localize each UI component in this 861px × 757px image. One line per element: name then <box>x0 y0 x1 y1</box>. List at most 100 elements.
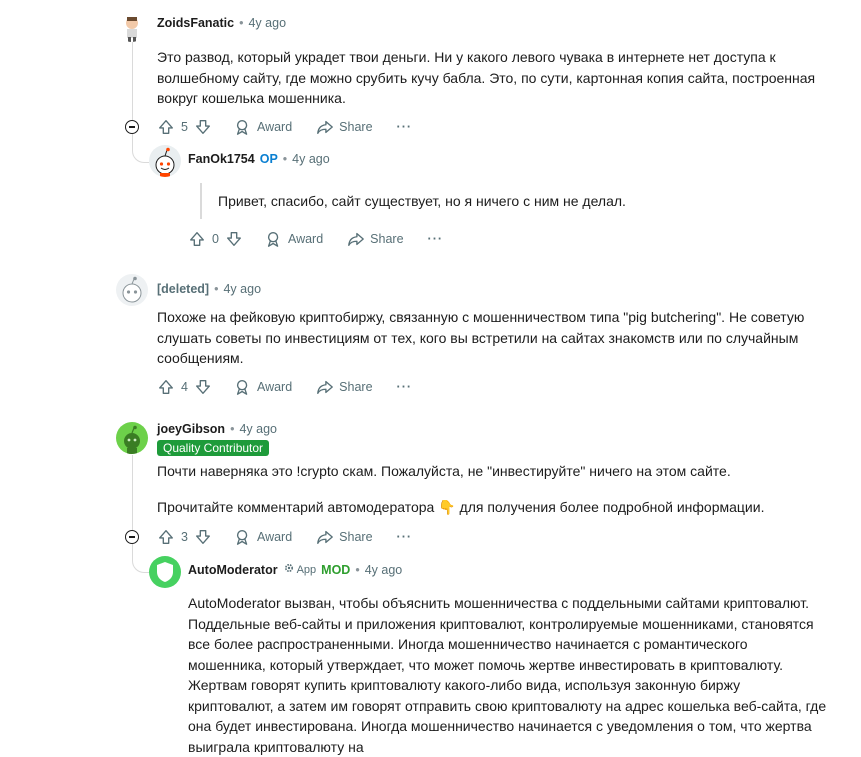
upvote-icon[interactable] <box>157 118 175 136</box>
share-button[interactable]: Share <box>316 118 373 136</box>
share-button[interactable]: Share <box>316 378 373 396</box>
timestamp[interactable]: 4y ago <box>239 422 277 436</box>
award-icon <box>234 378 252 396</box>
avatar <box>116 274 148 306</box>
comment-actions: 4 Award Share ··· <box>157 378 436 396</box>
comment-text-2: Прочитайте комментарий автомодератора 👇 … <box>157 497 837 518</box>
downvote-icon[interactable] <box>194 378 212 396</box>
downvote-icon[interactable] <box>225 230 243 248</box>
separator-dot: • <box>355 562 360 577</box>
separator-dot: • <box>239 16 244 30</box>
more-options-button[interactable]: ··· <box>428 232 444 246</box>
app-label: App <box>296 563 317 576</box>
share-button[interactable]: Share <box>316 528 373 546</box>
award-button[interactable]: Award <box>234 118 292 136</box>
comment-meta: ZoidsFanatic • 4y ago <box>157 16 286 30</box>
downvote-icon[interactable] <box>194 528 212 546</box>
more-options-button[interactable]: ··· <box>397 380 413 394</box>
blockquote-bar <box>200 183 202 219</box>
award-icon <box>234 528 252 546</box>
comment-text-segment: для получения более подробной информации… <box>459 499 765 515</box>
upvote-icon[interactable] <box>157 378 175 396</box>
avatar[interactable] <box>118 14 146 42</box>
award-icon <box>265 230 283 248</box>
vote-group: 5 <box>157 118 212 136</box>
comment-text: Почти наверняка это !crypto скам. Пожалу… <box>157 463 731 479</box>
thread-line-joey <box>132 455 133 530</box>
comment-meta: AutoModerator App MOD • 4y ago <box>188 562 402 577</box>
avatar[interactable] <box>116 422 148 454</box>
share-label: Share <box>339 120 373 134</box>
timestamp[interactable]: 4y ago <box>292 152 330 166</box>
upvote-icon[interactable] <box>157 528 175 546</box>
comment-meta: FanOk1754 OP • 4y ago <box>188 152 330 166</box>
separator-dot: • <box>214 282 219 296</box>
more-icon: ··· <box>396 380 413 394</box>
share-label: Share <box>370 232 404 246</box>
reply-connector <box>132 134 149 163</box>
award-button[interactable]: Award <box>234 378 292 396</box>
author-name[interactable]: ZoidsFanatic <box>157 16 234 30</box>
more-options-button[interactable]: ··· <box>397 530 413 544</box>
snoo-avatar-icon <box>155 147 175 177</box>
comment-actions: 5 Award Share ··· <box>157 118 436 136</box>
award-button[interactable]: Award <box>265 230 323 248</box>
share-icon <box>316 528 334 546</box>
comment-actions: 0 Award Share ··· <box>188 230 467 248</box>
vote-group: 0 <box>188 230 243 248</box>
more-icon: ··· <box>396 530 413 544</box>
author-name[interactable]: joeyGibson <box>157 422 225 436</box>
comment-text: Привет, спасибо, сайт существует, но я н… <box>218 193 626 209</box>
avatar[interactable] <box>149 556 181 588</box>
deleted-user-avatar-icon <box>122 276 142 303</box>
app-gear-icon <box>283 562 295 577</box>
award-label: Award <box>256 380 293 394</box>
author-name[interactable]: AutoModerator <box>188 563 278 577</box>
timestamp[interactable]: 4y ago <box>223 282 261 296</box>
collapse-thread-button[interactable] <box>125 120 139 134</box>
comment-meta: joeyGibson • 4y ago <box>157 422 277 436</box>
vote-group: 4 <box>157 378 212 396</box>
mod-badge: MOD <box>321 562 351 577</box>
thread-line-zoids <box>132 42 133 120</box>
downvote-icon[interactable] <box>194 118 212 136</box>
share-icon <box>316 118 334 136</box>
award-label: Award <box>287 232 324 246</box>
user-flair: Quality Contributor <box>157 440 270 456</box>
comment-text: Это развод, который украдет твои деньги.… <box>157 49 816 106</box>
comment-actions: 3 Award Share ··· <box>157 528 436 546</box>
timestamp[interactable]: 4y ago <box>248 16 286 30</box>
timestamp[interactable]: 4y ago <box>365 563 403 577</box>
op-badge: OP <box>259 152 278 166</box>
comment-text: AutoModerator вызван, чтобы объяснить мо… <box>188 595 827 755</box>
share-label: Share <box>339 380 373 394</box>
award-label: Award <box>256 530 293 544</box>
share-icon <box>347 230 365 248</box>
pointing-down-emoji: 👇 <box>438 499 456 515</box>
separator-dot: • <box>282 152 288 166</box>
upvote-icon[interactable] <box>188 230 206 248</box>
share-icon <box>316 378 334 396</box>
avatar[interactable] <box>149 145 181 177</box>
author-name[interactable]: FanOk1754 <box>188 152 255 166</box>
vote-count: 3 <box>181 530 188 544</box>
author-name: [deleted] <box>157 282 210 296</box>
share-button[interactable]: Share <box>347 230 404 248</box>
vote-group: 3 <box>157 528 212 546</box>
more-icon: ··· <box>396 120 413 134</box>
award-button[interactable]: Award <box>234 528 292 546</box>
more-options-button[interactable]: ··· <box>397 120 413 134</box>
app-badge: App <box>283 562 317 577</box>
comment-meta: [deleted] • 4y ago <box>157 282 261 296</box>
snoo-avatar-icon <box>124 425 140 454</box>
award-label: Award <box>256 120 293 134</box>
collapse-thread-button[interactable] <box>125 530 139 544</box>
shield-icon <box>157 562 173 582</box>
share-label: Share <box>339 530 373 544</box>
more-icon: ··· <box>427 232 444 246</box>
vote-count: 0 <box>212 232 219 246</box>
vote-count: 5 <box>181 120 188 134</box>
comment-text: Похоже на фейковую криптобиржу, связанну… <box>157 309 805 366</box>
comment-text-segment: Прочитайте комментарий автомодератора <box>157 499 435 515</box>
separator-dot: • <box>230 422 235 436</box>
